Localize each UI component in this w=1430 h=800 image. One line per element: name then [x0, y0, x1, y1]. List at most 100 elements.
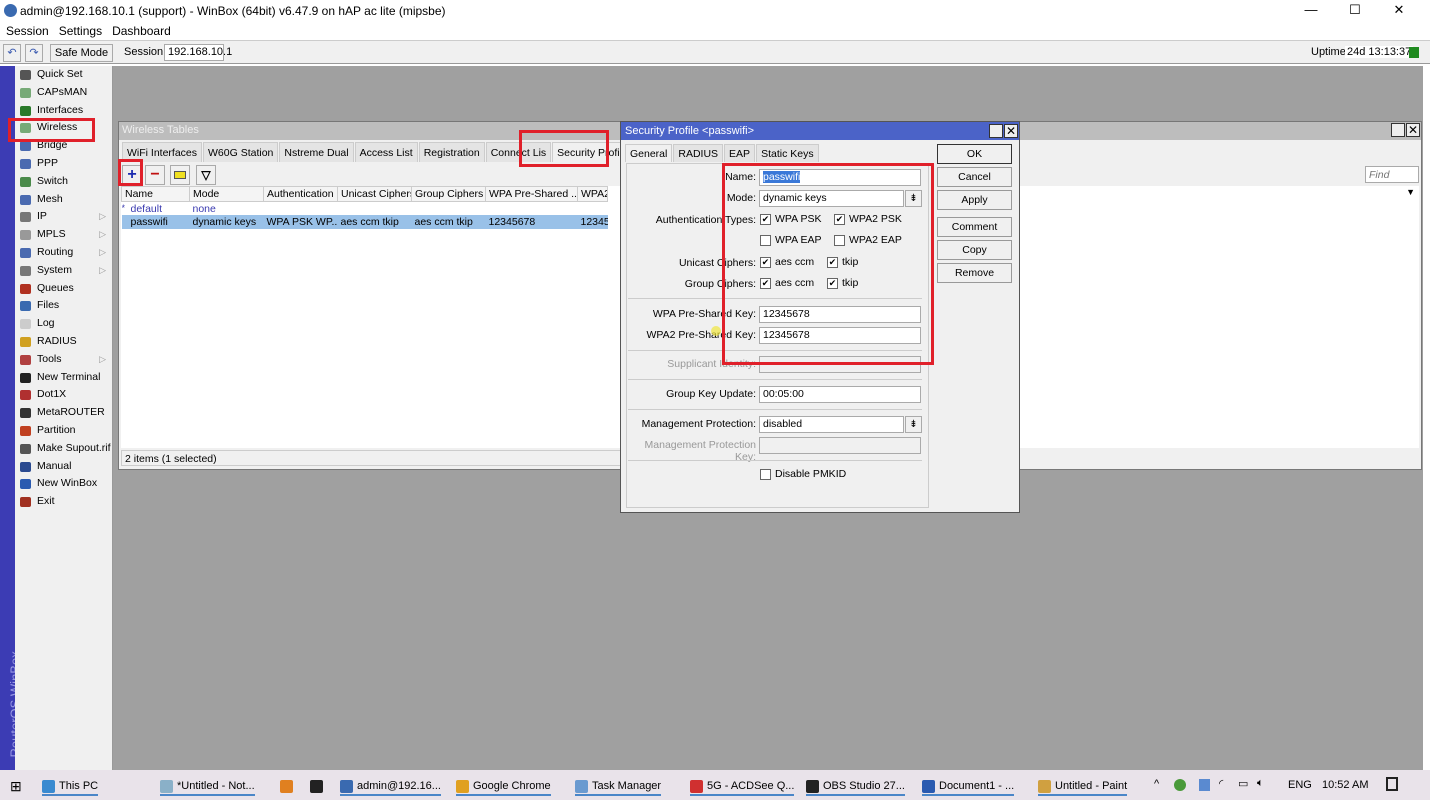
safe-mode-button[interactable]: Safe Mode [50, 44, 113, 62]
undo-button[interactable]: ↶ [3, 44, 21, 62]
sidebar-item-queues[interactable]: Queues [15, 280, 112, 298]
language-indicator[interactable]: ENG [1288, 779, 1312, 791]
comment-button[interactable]: Comment [937, 217, 1012, 237]
app-icon [690, 779, 703, 793]
column-header[interactable]: Authentication ... [263, 186, 338, 202]
taskbar-item[interactable]: Untitled - Paint [1038, 776, 1128, 796]
column-header[interactable]: Mode [189, 186, 264, 202]
table-cell: aes ccm tkip [411, 215, 486, 229]
log-icon [20, 319, 31, 330]
taskbar-item[interactable]: OBS Studio 27... [806, 776, 905, 796]
table-row[interactable]: passwifi dynamic keys WPA PSK WP... aes ccm… [121, 215, 608, 229]
comment-button[interactable] [170, 165, 190, 185]
taskbar-item[interactable]: This PC [42, 776, 99, 796]
dialog-tab-static-keys[interactable]: Static Keys [756, 144, 819, 162]
disable-pmkid-checkbox[interactable] [760, 469, 771, 480]
taskbar-item[interactable] [280, 776, 297, 796]
maximize-dialog-icon[interactable] [989, 124, 1003, 138]
sidebar-item-tools[interactable]: Tools ▷ [15, 351, 112, 369]
battery-icon[interactable]: ▭ [1238, 777, 1248, 790]
taskbar-item[interactable]: *Untitled - Not... [160, 776, 255, 796]
volume-icon[interactable]: 🔈︎ [1257, 777, 1264, 790]
sidebar-item-quick-set[interactable]: Quick Set [15, 66, 112, 84]
notifications-icon[interactable] [1386, 777, 1398, 791]
group-key-update-input[interactable]: 00:05:00 [759, 386, 921, 403]
wifi-icon[interactable]: ◜ [1219, 777, 1223, 790]
sidebar-item-ppp[interactable]: PPP [15, 155, 112, 173]
dialog-tab-general[interactable]: General [625, 144, 673, 162]
menu-settings[interactable]: Settings [59, 24, 102, 38]
table-cell: aes ccm tkip [337, 215, 412, 229]
network-tray-icon[interactable] [1174, 779, 1186, 791]
sidebar-item-new-terminal[interactable]: New Terminal [15, 369, 112, 387]
sidebar-item-label: CAPsMAN [37, 85, 88, 98]
sidebar-item-make-supout-rif[interactable]: Make Supout.rif [15, 440, 112, 458]
sidebar-item-new-winbox[interactable]: New WinBox [15, 475, 112, 493]
metarouter-icon [20, 408, 31, 419]
sidebar-item-log[interactable]: Log [15, 315, 112, 333]
sidebar-item-dot1x[interactable]: Dot1X [15, 386, 112, 404]
taskbar-item[interactable]: 5G - ACDSee Q... [690, 776, 795, 796]
table-cell: 123456 [577, 215, 608, 229]
management-protection-select[interactable]: disabled [759, 416, 904, 433]
column-menu-icon[interactable]: ▼ [1406, 187, 1415, 197]
table-row[interactable]: * default none [122, 202, 608, 216]
remove-button[interactable]: Remove [937, 263, 1012, 283]
close-button[interactable]: ✕ [1384, 2, 1414, 20]
sidebar-item-metarouter[interactable]: MetaROUTER [15, 404, 112, 422]
maximize-button[interactable]: ☐ [1340, 2, 1370, 20]
cell-text: 123456 [580, 215, 608, 228]
sidebar-item-files[interactable]: Files [15, 297, 112, 315]
close-window-icon[interactable]: ✕ [1406, 123, 1420, 137]
sidebar-item-mesh[interactable]: Mesh [15, 191, 112, 209]
tray-expand[interactable]: ^ [1154, 778, 1159, 790]
column-header[interactable]: WPA Pre-Shared ... [485, 186, 578, 202]
sidebar-item-ip[interactable]: IP ▷ [15, 208, 112, 226]
dialog-tab-radius[interactable]: RADIUS [673, 144, 724, 162]
menu-session[interactable]: Session [6, 24, 49, 38]
maximize-window-icon[interactable] [1391, 123, 1405, 137]
column-header[interactable]: Group Ciphers [411, 186, 486, 202]
menu-dashboard[interactable]: Dashboard [112, 24, 171, 38]
apply-button[interactable]: Apply [937, 190, 1012, 210]
sidebar-item-routing[interactable]: Routing ▷ [15, 244, 112, 262]
find-input[interactable] [1365, 166, 1419, 183]
column-header[interactable]: Name [121, 186, 190, 202]
clock[interactable]: 10:52 AM [1322, 779, 1368, 791]
redo-button[interactable]: ↷ [25, 44, 43, 62]
sidebar-item-partition[interactable]: Partition [15, 422, 112, 440]
status-bar: 2 items (1 selected) [121, 450, 621, 466]
tab-access-list[interactable]: Access List [354, 142, 418, 162]
sidebar-item-manual[interactable]: Manual [15, 458, 112, 476]
sidebar-item-switch[interactable]: Switch [15, 173, 112, 191]
taskbar-item[interactable]: admin@192.16... [340, 776, 441, 796]
filter-button[interactable]: ▽ [196, 165, 216, 185]
sidebar-item-capsman[interactable]: CAPsMAN [15, 84, 112, 102]
taskbar-item[interactable]: Google Chrome [456, 776, 551, 796]
sidebar-item-mpls[interactable]: MPLS ▷ [15, 226, 112, 244]
sidebar-item-interfaces[interactable]: Interfaces [15, 102, 112, 120]
management-protection-key-input[interactable] [759, 437, 921, 454]
taskbar-item[interactable] [310, 776, 327, 796]
copy-button[interactable]: Copy [937, 240, 1012, 260]
tab-nstreme-dual[interactable]: Nstreme Dual [279, 142, 354, 162]
app-tray-icon[interactable] [1199, 779, 1210, 791]
cancel-button[interactable]: Cancel [937, 167, 1012, 187]
column-header[interactable]: Unicast Ciphers [337, 186, 412, 202]
taskbar-item[interactable]: Task Manager [575, 776, 662, 796]
sidebar-item-exit[interactable]: Exit [15, 493, 112, 511]
sidebar-item-label: Interfaces [37, 103, 84, 116]
column-header[interactable]: WPA2 [577, 186, 608, 202]
remove-button[interactable]: − [145, 165, 165, 185]
tab-registration[interactable]: Registration [418, 142, 485, 162]
sidebar-item-system[interactable]: System ▷ [15, 262, 112, 280]
taskbar-item[interactable]: Document1 - ... [922, 776, 1015, 796]
management-dropdown-icon[interactable]: ⇟ [905, 416, 922, 433]
ok-button[interactable]: OK [937, 144, 1012, 164]
sidebar-item-radius[interactable]: RADIUS [15, 333, 112, 351]
close-dialog-icon[interactable]: ✕ [1004, 124, 1018, 138]
tab-w60g-station[interactable]: W60G Station [203, 142, 279, 162]
start-button[interactable]: ⊞ [10, 778, 22, 795]
dialog-tab-eap[interactable]: EAP [724, 144, 756, 162]
minimize-button[interactable]: — [1296, 2, 1326, 20]
